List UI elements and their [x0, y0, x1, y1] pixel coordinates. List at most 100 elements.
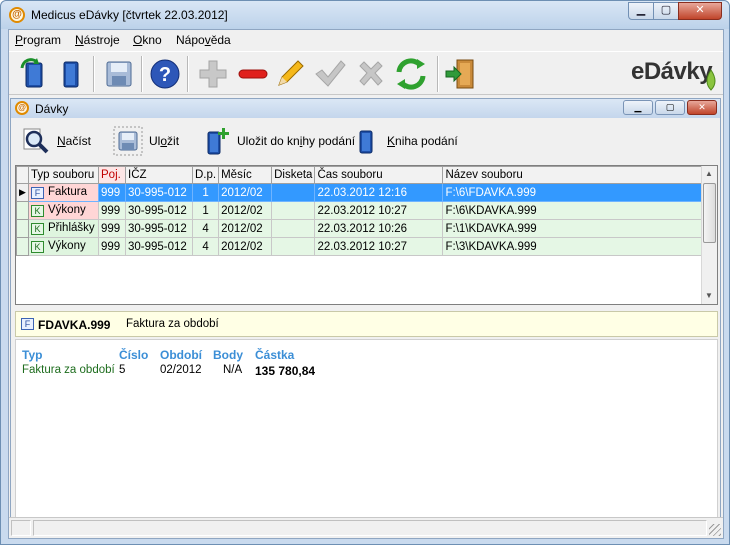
- davky-close-button[interactable]: ✕: [687, 100, 717, 115]
- table-row[interactable]: K Přihlášky 999 30-995-012 4 2012/02 22.0…: [16, 219, 706, 238]
- cell-time: 22.03.2012 10:26: [314, 219, 444, 238]
- cell-dp: 1: [191, 201, 220, 220]
- save-disk-icon[interactable]: [101, 56, 137, 92]
- col-nazev-souboru[interactable]: Název souboru: [442, 166, 706, 184]
- table-row[interactable]: K Výkony 999 30-995-012 1 2012/02 22.03.2…: [16, 201, 706, 220]
- kdavka-badge-icon: K: [31, 223, 44, 235]
- cell-icz: 30-995-012: [125, 237, 193, 256]
- cell-disk: [271, 237, 316, 256]
- faktura-badge-icon: F: [31, 187, 44, 199]
- col-dp[interactable]: D.p.: [191, 166, 220, 184]
- menu-program[interactable]: Program: [15, 33, 61, 47]
- scroll-up-icon[interactable]: ▲: [705, 169, 713, 178]
- menu-napoveda[interactable]: Nápověda: [176, 33, 231, 47]
- cell-type: K Výkony: [28, 201, 99, 220]
- col-typ-souboru[interactable]: Typ souboru: [28, 166, 99, 184]
- add-icon[interactable]: [195, 56, 231, 92]
- book-icon: [359, 130, 373, 154]
- cell-month: 2012/02: [218, 237, 273, 256]
- cell-name: F:\6\FDAVKA.999: [442, 183, 706, 202]
- col-icz[interactable]: IČZ: [125, 166, 193, 184]
- kdavka-badge-icon: K: [31, 241, 44, 253]
- sync-icon[interactable]: [393, 56, 429, 92]
- cell-month: 2012/02: [218, 183, 273, 202]
- status-cell: [33, 520, 707, 536]
- toolbar-separator: [141, 56, 143, 92]
- menu-okno[interactable]: Okno: [133, 33, 162, 47]
- exit-door-icon[interactable]: [443, 56, 479, 92]
- davky-restore-button[interactable]: ▢: [655, 100, 685, 115]
- save-to-book-label: Uložit do knihy podání: [237, 134, 356, 148]
- detail-header-period: Období: [160, 348, 202, 362]
- remove-icon[interactable]: [235, 56, 271, 92]
- col-cas-souboru[interactable]: Čas souboru: [314, 166, 444, 184]
- cell-time: 22.03.2012 10:27: [314, 237, 444, 256]
- cell-disk: [271, 201, 316, 220]
- cell-time: 22.03.2012 12:16: [314, 183, 444, 202]
- scroll-thumb[interactable]: [703, 183, 716, 243]
- cell-name: F:\3\KDAVKA.999: [442, 237, 706, 256]
- menu-bar: Program Nástroje Okno Nápověda: [9, 30, 723, 51]
- toolbar-separator: [187, 56, 189, 92]
- batches-grid[interactable]: Typ souboru Poj. IČZ D.p. Měsíc Disketa …: [15, 165, 718, 305]
- help-icon[interactable]: ?: [147, 56, 183, 92]
- edit-pencil-icon[interactable]: [271, 56, 307, 92]
- davky-title-bar[interactable]: @ Dávky ▁ ▢ ✕: [11, 99, 720, 118]
- book-button[interactable]: Kniha podání: [351, 125, 458, 157]
- table-row[interactable]: K Výkony 999 30-995-012 4 2012/02 22.03.2…: [16, 237, 706, 256]
- table-row[interactable]: ▶ F Faktura 999 30-995-012 1 2012/02 22.0…: [16, 183, 706, 202]
- detail-header-points: Body: [213, 348, 243, 362]
- davky-minimize-button[interactable]: ▁: [623, 100, 653, 115]
- save-to-book-button[interactable]: Uložit do knihy podání: [201, 125, 355, 157]
- cell-icz: 30-995-012: [125, 219, 193, 238]
- status-bar: [9, 517, 723, 538]
- scroll-down-icon[interactable]: ▼: [705, 291, 713, 300]
- col-poj[interactable]: Poj.: [98, 166, 126, 184]
- detail-description: Faktura za období: [126, 318, 219, 330]
- refresh-book-icon[interactable]: [17, 56, 53, 92]
- cell-month: 2012/02: [218, 201, 273, 220]
- status-cell: [11, 520, 31, 536]
- cell-type: K Přihlášky: [28, 219, 99, 238]
- book-label: Kniha podání: [387, 134, 458, 148]
- grid-vertical-scrollbar[interactable]: ▲ ▼: [701, 166, 717, 304]
- cell-type: K Výkony: [28, 237, 99, 256]
- leaf-icon: [701, 66, 721, 95]
- confirm-check-icon[interactable]: [311, 56, 347, 92]
- menu-nastroje[interactable]: Nástroje: [75, 33, 120, 47]
- cell-poj: 999: [98, 219, 126, 238]
- detail-value-amount: 135 780,84: [255, 364, 316, 378]
- save-button[interactable]: Uložit: [113, 125, 179, 157]
- title-bar[interactable]: @ Medicus eDávky [čtvrtek 22.03.2012] ▁ …: [1, 1, 729, 29]
- davky-window-icon: @: [15, 101, 29, 115]
- cell-dp: 1: [191, 183, 220, 202]
- row-indicator: ▶: [16, 183, 29, 202]
- detail-header-amount: Částka: [255, 348, 295, 362]
- col-disketa[interactable]: Disketa: [271, 166, 316, 184]
- edavky-brand-logo: eDávky: [631, 58, 713, 85]
- cell-icz: 30-995-012: [125, 201, 193, 220]
- resize-grip-icon[interactable]: [709, 524, 721, 536]
- cell-disk: [271, 183, 316, 202]
- row-indicator: [16, 201, 29, 220]
- col-mesic[interactable]: Měsíc: [218, 166, 273, 184]
- cell-poj: 999: [98, 183, 126, 202]
- grid-header-row: Typ souboru Poj. IČZ D.p. Měsíc Disketa …: [16, 166, 706, 184]
- cell-name: F:\1\KDAVKA.999: [442, 219, 706, 238]
- indicator-header: [16, 166, 29, 184]
- davky-window: @ Dávky ▁ ▢ ✕ Načíst Uložit Uložit do kn…: [10, 98, 721, 538]
- svg-text:?: ?: [159, 64, 171, 86]
- minimize-button[interactable]: ▁: [628, 2, 654, 20]
- cell-disk: [271, 219, 316, 238]
- main-toolbar: ? eDávky: [9, 51, 723, 95]
- toolbar-separator: [437, 56, 439, 92]
- cell-poj: 999: [98, 237, 126, 256]
- save-disk-icon: [113, 126, 143, 156]
- load-button[interactable]: Načíst: [21, 125, 91, 157]
- close-button[interactable]: ✕: [678, 2, 722, 20]
- cancel-x-icon[interactable]: [353, 56, 389, 92]
- book-icon[interactable]: [53, 56, 89, 92]
- maximize-button[interactable]: ▢: [653, 2, 679, 20]
- cell-type: F Faktura: [28, 183, 99, 202]
- batches-table: Typ souboru Poj. IČZ D.p. Měsíc Disketa …: [16, 166, 706, 256]
